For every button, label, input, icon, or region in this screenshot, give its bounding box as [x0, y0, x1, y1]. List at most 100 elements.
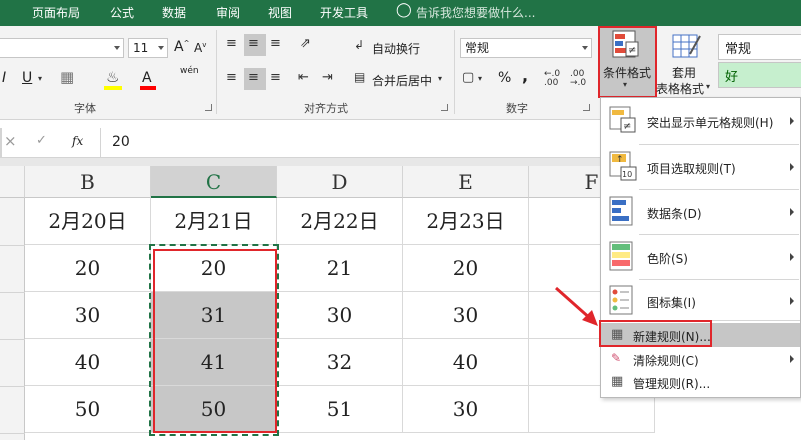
- font-size-value: 11: [133, 41, 149, 55]
- font-group-label: 字体: [74, 102, 96, 115]
- font-color-button[interactable]: A: [142, 70, 152, 86]
- row-divider: [0, 245, 25, 246]
- menu-item-manage-rules[interactable]: ▦ 管理规则(R)...: [601, 371, 800, 393]
- chevron-down-icon[interactable]: ▾: [478, 74, 482, 83]
- decrease-decimal-icon[interactable]: .00 →.0: [570, 70, 586, 88]
- svg-text:10: 10: [622, 170, 632, 179]
- table-cell[interactable]: 20: [403, 245, 529, 292]
- center-align-icon[interactable]: ≡: [248, 70, 259, 85]
- chevron-down-icon[interactable]: ▾: [38, 74, 42, 83]
- number-dialog-launcher[interactable]: [583, 104, 590, 111]
- alignment-dialog-launcher[interactable]: [441, 104, 448, 111]
- table-cell[interactable]: 40: [403, 339, 529, 386]
- cell-b-header[interactable]: 2月20日: [25, 198, 151, 245]
- chevron-down-icon: [582, 46, 588, 50]
- row-headers: [0, 198, 25, 440]
- chevron-right-icon: [790, 253, 794, 261]
- menu-item-color-scales[interactable]: 色阶(S): [601, 235, 800, 279]
- row-divider: [0, 292, 25, 293]
- accounting-format-icon[interactable]: ▢: [462, 70, 474, 85]
- tab-data[interactable]: 数据: [162, 4, 186, 21]
- percent-button[interactable]: %: [498, 70, 511, 86]
- fill-color-icon[interactable]: ♨: [106, 68, 119, 86]
- table-cell[interactable]: 30: [403, 386, 529, 433]
- comma-button[interactable]: ,: [522, 66, 528, 85]
- menu-item-top-bottom[interactable]: ↑ 10 项目选取规则(T): [601, 145, 800, 189]
- menu-item-clear-rules[interactable]: ✎ 清除规则(C): [601, 348, 800, 370]
- menu-item-highlight-cells[interactable]: ≠ 突出显示单元格规则(H): [601, 98, 800, 144]
- shrink-font-button[interactable]: Av: [194, 41, 206, 55]
- menu-item-label: 项目选取规则(T): [647, 162, 736, 176]
- format-as-table-label-2: 表格格式: [656, 82, 705, 96]
- table-cell[interactable]: 51: [277, 386, 403, 433]
- table-cell[interactable]: 40: [25, 339, 151, 386]
- top-align-icon[interactable]: ≡: [226, 36, 237, 51]
- table-cell[interactable]: 50: [25, 386, 151, 433]
- cell-e-header[interactable]: 2月23日: [403, 198, 529, 245]
- left-align-icon[interactable]: ≡: [226, 70, 237, 85]
- borders-icon[interactable]: ▦: [60, 68, 74, 86]
- table-cell[interactable]: 30: [403, 292, 529, 339]
- format-as-table-icon: [672, 34, 701, 58]
- chevron-down-icon: [114, 46, 120, 50]
- annotation-box-selection: [153, 249, 277, 433]
- merge-center-button[interactable]: 合并后居中: [372, 72, 432, 89]
- row-header-corner[interactable]: [0, 166, 25, 198]
- column-header-b[interactable]: B: [25, 166, 151, 198]
- table-cell[interactable]: 32: [277, 339, 403, 386]
- formula-input[interactable]: 20: [112, 134, 130, 150]
- row-divider: [0, 433, 25, 434]
- increase-indent-icon[interactable]: ⇥: [322, 70, 333, 85]
- divider: [0, 128, 2, 158]
- svg-text:↑: ↑: [616, 155, 624, 165]
- menu-item-data-bars[interactable]: 数据条(D): [601, 190, 800, 234]
- menu-item-label: 数据条(D): [647, 207, 702, 221]
- alignment-group-label: 对齐方式: [304, 102, 348, 115]
- menu-item-icon-sets[interactable]: 图标集(I): [601, 280, 800, 320]
- divider: [454, 30, 455, 114]
- font-size-select[interactable]: 11: [128, 38, 168, 58]
- table-cell[interactable]: 20: [25, 245, 151, 292]
- chevron-right-icon: [790, 208, 794, 216]
- middle-align-icon[interactable]: ≡: [248, 36, 259, 51]
- orientation-icon[interactable]: ⇗: [300, 36, 311, 51]
- table-cell[interactable]: 21: [277, 245, 403, 292]
- cell-d-header[interactable]: 2月22日: [277, 198, 403, 245]
- style-good[interactable]: 好: [718, 62, 801, 88]
- wrap-text-button[interactable]: 自动换行: [372, 40, 420, 57]
- enter-icon[interactable]: ✓: [36, 133, 47, 148]
- tab-developer[interactable]: 开发工具: [320, 4, 368, 21]
- style-normal[interactable]: 常规: [718, 34, 801, 60]
- increase-decimal-icon[interactable]: ←.0.00: [544, 70, 560, 88]
- chevron-down-icon[interactable]: ▾: [438, 74, 442, 83]
- bottom-align-icon[interactable]: ≡: [270, 36, 281, 51]
- chevron-down-icon: ▾: [706, 82, 711, 91]
- eraser-icon: ✎: [611, 351, 622, 365]
- table-cell[interactable]: 30: [25, 292, 151, 339]
- font-dialog-launcher[interactable]: [205, 104, 212, 111]
- underline-button[interactable]: U: [22, 70, 32, 86]
- cell-c-header[interactable]: 2月21日: [151, 198, 277, 245]
- italic-button[interactable]: I: [2, 70, 6, 86]
- menu-item-label: 色阶(S): [647, 252, 688, 266]
- tab-formulas[interactable]: 公式: [110, 4, 134, 21]
- tell-me-box[interactable]: 告诉我您想要做什么...: [416, 4, 535, 21]
- phonetic-button[interactable]: wén: [180, 66, 199, 76]
- column-header-d[interactable]: D: [277, 166, 403, 198]
- insert-function-icon[interactable]: fx: [72, 134, 83, 148]
- annotation-arrow: [555, 286, 598, 326]
- column-header-c[interactable]: C: [151, 166, 277, 198]
- decrease-indent-icon[interactable]: ⇤: [298, 70, 309, 85]
- right-align-icon[interactable]: ≡: [270, 70, 281, 85]
- column-header-e[interactable]: E: [403, 166, 529, 198]
- format-as-table-button[interactable]: 套用 表格格式 ▾: [656, 30, 714, 96]
- tab-page-layout[interactable]: 页面布局: [32, 4, 80, 21]
- font-name-select[interactable]: [0, 38, 124, 58]
- cancel-icon[interactable]: ×: [4, 132, 17, 150]
- grow-font-button[interactable]: A^: [174, 39, 189, 55]
- number-format-select[interactable]: 常规: [460, 38, 592, 58]
- tab-view[interactable]: 视图: [268, 4, 292, 21]
- tab-review[interactable]: 审阅: [216, 4, 240, 21]
- table-cell[interactable]: 30: [277, 292, 403, 339]
- conditional-format-menu: ≠ 突出显示单元格规则(H) ↑ 10 项目选取规则(T) 数据条(D) 色阶(…: [600, 97, 801, 398]
